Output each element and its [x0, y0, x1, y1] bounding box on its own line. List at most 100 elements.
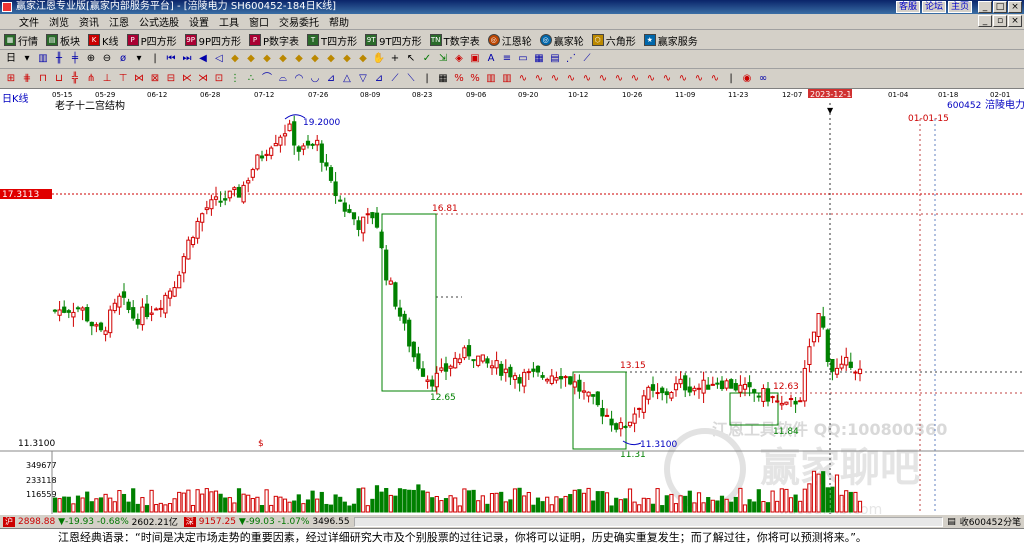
winner-wheel-button[interactable]: ◎ 赢家轮	[539, 33, 584, 48]
diamond-6-icon[interactable]: ◆	[308, 52, 322, 66]
diamond-4-icon[interactable]: ◆	[276, 52, 290, 66]
chart-area[interactable]: 05-15 05-29 06-12 06-28 07-12 07-26 08-09 08-23…	[0, 89, 1024, 514]
tool-o-icon[interactable]: ⋮	[228, 72, 242, 86]
mdi-close-icon[interactable]: ×	[1008, 15, 1022, 27]
percent-a-icon[interactable]: %	[452, 72, 466, 86]
tool-i-icon[interactable]: ⋈	[132, 72, 146, 86]
tool-n-icon[interactable]: ⊡	[212, 72, 226, 86]
tool-v-icon[interactable]: △	[340, 72, 354, 86]
period-select-icon[interactable]: 日	[4, 52, 18, 66]
wave-13-icon[interactable]: ∿	[708, 72, 722, 86]
diamond-3-icon[interactable]: ◆	[260, 52, 274, 66]
bars2-icon[interactable]: ▥	[484, 72, 498, 86]
tool-d-icon[interactable]: ⊔	[52, 72, 66, 86]
lines-icon[interactable]: ≡	[500, 52, 514, 66]
9p-square-button[interactable]: 9P 9P四方形	[184, 33, 241, 48]
diamond-9-icon[interactable]: ◆	[356, 52, 370, 66]
t-table-button[interactable]: TN T数字表	[429, 33, 480, 48]
forum-link[interactable]: 论坛	[921, 1, 946, 13]
crosshair-icon[interactable]: +	[388, 52, 402, 66]
service-button[interactable]: ★ 赢家服务	[643, 33, 698, 48]
infinity-icon[interactable]: ∞	[756, 72, 770, 86]
9t-square-button[interactable]: 9T 9T四方形	[365, 33, 422, 48]
text-icon[interactable]: A	[484, 52, 498, 66]
record-icon[interactable]: ◉	[740, 72, 754, 86]
tool-h-icon[interactable]: ⊤	[116, 72, 130, 86]
color-icon[interactable]: ▣	[468, 52, 482, 66]
zoom-in-icon[interactable]: ⊕	[84, 52, 98, 66]
line-chart-icon[interactable]: ╪	[68, 52, 82, 66]
diamond-5-icon[interactable]: ◆	[292, 52, 306, 66]
p-square-button[interactable]: P P四方形	[126, 33, 177, 48]
cursor-icon[interactable]: ↖	[404, 52, 418, 66]
diamond-8-icon[interactable]: ◆	[340, 52, 354, 66]
diamond-1-icon[interactable]: ◆	[228, 52, 242, 66]
menu-info[interactable]: 资讯	[74, 14, 104, 29]
tool-q-icon[interactable]: ⌒	[260, 72, 274, 86]
tool-z-icon[interactable]: ⟍	[404, 72, 418, 86]
tick-data-label[interactable]: 收600452分笔	[960, 515, 1021, 528]
hexagon-button[interactable]: ⬡ 六角形	[591, 33, 636, 48]
dropdown-icon[interactable]: ▾	[20, 52, 34, 66]
maximize-icon[interactable]: □	[993, 1, 1007, 13]
p-table-button[interactable]: P P数字表	[249, 33, 299, 48]
mdi-restore-icon[interactable]: ▫	[993, 15, 1007, 27]
service-link[interactable]: 客服	[895, 1, 920, 13]
horizontal-scrollbar[interactable]	[353, 516, 944, 527]
back-icon[interactable]: ◁	[212, 52, 226, 66]
wave-1-icon[interactable]: ∿	[516, 72, 530, 86]
sectors-button[interactable]: ▤ 板块	[46, 33, 80, 48]
tool-p-icon[interactable]: ∴	[244, 72, 258, 86]
tool-f-icon[interactable]: ⋔	[84, 72, 98, 86]
ray-icon[interactable]: ⟋	[580, 52, 594, 66]
channel-icon[interactable]: ▤	[548, 52, 562, 66]
tool-t-icon[interactable]: ◡	[308, 72, 322, 86]
zoom-out-icon[interactable]: ⊖	[100, 52, 114, 66]
check-icon[interactable]: ✓	[420, 52, 434, 66]
wave-2-icon[interactable]: ∿	[532, 72, 546, 86]
grid-small-icon[interactable]: ▦	[532, 52, 546, 66]
close-icon[interactable]: ×	[1008, 1, 1022, 13]
first-icon[interactable]: ⏮	[164, 52, 178, 66]
minimize-icon[interactable]: _	[978, 1, 992, 13]
wave-10-icon[interactable]: ∿	[660, 72, 674, 86]
bars-icon[interactable]: ▥	[36, 52, 50, 66]
menu-formula[interactable]: 公式选股	[134, 14, 184, 29]
candles-icon[interactable]: ╫	[52, 52, 66, 66]
wave-6-icon[interactable]: ∿	[596, 72, 610, 86]
arrow-down-icon[interactable]: ▾	[132, 52, 146, 66]
menu-browse[interactable]: 浏览	[44, 14, 74, 29]
wave-5-icon[interactable]: ∿	[580, 72, 594, 86]
mdi-minimize-icon[interactable]: _	[978, 15, 992, 27]
hand-icon[interactable]: ✋	[372, 52, 386, 66]
kline-button[interactable]: K K线	[88, 33, 119, 48]
tool-y-icon[interactable]: ⟋	[388, 72, 402, 86]
tool-x-icon[interactable]: ⊿	[372, 72, 386, 86]
tool-m-icon[interactable]: ⋊	[196, 72, 210, 86]
wave-11-icon[interactable]: ∿	[676, 72, 690, 86]
wave-4-icon[interactable]: ∿	[564, 72, 578, 86]
kline-chart[interactable]: 05-15 05-29 06-12 06-28 07-12 07-26 08-09 08-23…	[0, 89, 1024, 514]
tool-r-icon[interactable]: ⌓	[276, 72, 290, 86]
fan-icon[interactable]: ⋰	[564, 52, 578, 66]
tool-g-icon[interactable]: ⊥	[100, 72, 114, 86]
tool-s-icon[interactable]: ◠	[292, 72, 306, 86]
adjust-icon[interactable]: ø	[116, 52, 130, 66]
tool-j-icon[interactable]: ⊠	[148, 72, 162, 86]
menu-settings[interactable]: 设置	[184, 14, 214, 29]
tag-icon[interactable]: ◈	[452, 52, 466, 66]
diamond-7-icon[interactable]: ◆	[324, 52, 338, 66]
tool-u-icon[interactable]: ⊿	[324, 72, 338, 86]
home-link[interactable]: 主页	[947, 1, 972, 13]
menu-window[interactable]: 窗口	[244, 14, 274, 29]
arrow-1-icon[interactable]: ⇲	[436, 52, 450, 66]
tool-k-icon[interactable]: ⊟	[164, 72, 178, 86]
tool-a-icon[interactable]: ⊞	[4, 72, 18, 86]
tool-l-icon[interactable]: ⋉	[180, 72, 194, 86]
bars3-icon[interactable]: ▥	[500, 72, 514, 86]
menu-tools[interactable]: 工具	[214, 14, 244, 29]
percent-b-icon[interactable]: %	[468, 72, 482, 86]
wave-12-icon[interactable]: ∿	[692, 72, 706, 86]
box-icon[interactable]: ▭	[516, 52, 530, 66]
menu-help[interactable]: 帮助	[324, 14, 354, 29]
